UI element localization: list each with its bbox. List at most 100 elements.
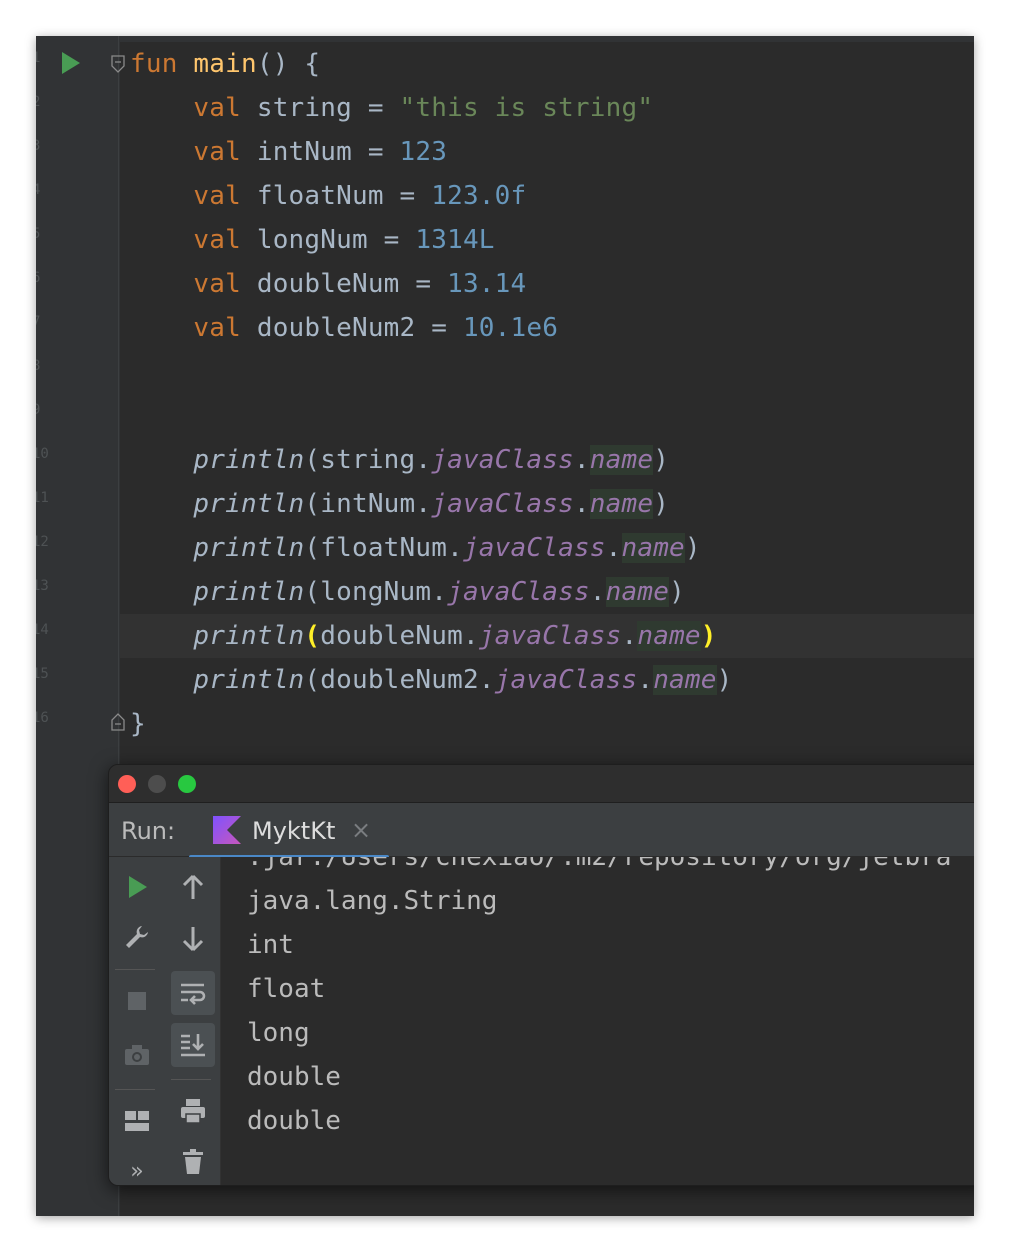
settings-button[interactable] bbox=[115, 915, 159, 959]
rerun-button[interactable] bbox=[115, 865, 159, 909]
console-line: java.lang.String bbox=[247, 886, 498, 916]
toolbar-separator bbox=[115, 1089, 155, 1090]
code-line: println(intNum.javaClass.name) bbox=[130, 482, 669, 526]
ide-window: 1 2 3 4 5 6 7 8 9 10 11 12 13 14 15 16 fun main() { val… bbox=[36, 36, 974, 1216]
code-token: val bbox=[193, 181, 257, 211]
code-token: javaClass bbox=[431, 445, 574, 475]
code-token: name bbox=[589, 489, 654, 519]
code-token: name bbox=[653, 665, 717, 695]
print-button[interactable] bbox=[171, 1089, 215, 1133]
line-number: 1 bbox=[36, 50, 41, 66]
more-actions-button[interactable]: » bbox=[115, 1149, 159, 1185]
line-number: 4 bbox=[36, 182, 41, 198]
code-token: . bbox=[573, 489, 590, 519]
code-token: 123.0f bbox=[431, 181, 527, 211]
soft-wrap-icon bbox=[181, 983, 206, 1005]
print-icon bbox=[181, 1099, 205, 1124]
line-number: 11 bbox=[36, 490, 49, 506]
console-output[interactable]: .jar:/Users/chexiao/.m2/repository/org/j… bbox=[221, 857, 974, 1185]
line-number: 9 bbox=[36, 402, 41, 418]
code-token: (intNum. bbox=[304, 489, 432, 519]
code-token: 1314L bbox=[415, 225, 495, 255]
code-token: . bbox=[573, 445, 590, 475]
code-token: 123 bbox=[399, 137, 448, 167]
code-editor[interactable]: fun main() { val string = "this is strin… bbox=[130, 36, 974, 776]
code-line: val string = "this is string" bbox=[130, 86, 653, 130]
close-window-button[interactable] bbox=[118, 775, 136, 793]
stop-button[interactable] bbox=[115, 979, 159, 1023]
run-window-titlebar bbox=[109, 765, 974, 803]
code-token: println bbox=[193, 577, 305, 607]
run-icon bbox=[129, 876, 147, 898]
trash-icon bbox=[183, 1149, 203, 1174]
console-line: long bbox=[247, 1018, 310, 1048]
code-token: 13.14 bbox=[447, 269, 527, 299]
run-toolbar-left: » bbox=[109, 857, 165, 1185]
stop-icon bbox=[128, 992, 146, 1010]
line-number: 7 bbox=[36, 314, 41, 330]
code-token: longNum = bbox=[256, 225, 416, 255]
minimize-window-button[interactable] bbox=[148, 775, 166, 793]
run-toolbar-right bbox=[165, 857, 221, 1185]
code-token: name bbox=[589, 445, 654, 475]
code-token: . bbox=[605, 533, 622, 563]
fold-close-icon[interactable] bbox=[110, 712, 126, 732]
code-token: name bbox=[621, 533, 685, 563]
maximize-window-button[interactable] bbox=[178, 775, 196, 793]
line-number: 14 bbox=[36, 622, 49, 638]
tab-myktkt[interactable]: MyktKt × bbox=[189, 803, 389, 859]
code-token: 10.1e6 bbox=[462, 313, 559, 343]
fold-open-icon[interactable] bbox=[110, 54, 126, 74]
kotlin-icon bbox=[213, 816, 241, 844]
code-line: println(floatNum.javaClass.name) bbox=[130, 526, 701, 570]
code-token: javaClass bbox=[431, 489, 574, 519]
more-icon: » bbox=[130, 1158, 144, 1184]
soft-wrap-button[interactable] bbox=[171, 971, 215, 1015]
code-token: () { bbox=[256, 49, 321, 79]
line-number: 16 bbox=[36, 710, 49, 726]
layout-button[interactable] bbox=[115, 1099, 159, 1143]
previous-occurrence-button[interactable] bbox=[171, 865, 215, 909]
run-triangle-icon[interactable] bbox=[62, 52, 80, 74]
code-token: javaClass bbox=[494, 665, 638, 695]
code-token: string = bbox=[256, 93, 400, 123]
code-token: val bbox=[193, 225, 257, 255]
dump-threads-button[interactable] bbox=[115, 1033, 159, 1077]
camera-icon bbox=[125, 1045, 149, 1065]
code-token: javaClass bbox=[478, 621, 622, 651]
close-tab-icon[interactable]: × bbox=[351, 816, 371, 844]
line-number: 3 bbox=[36, 138, 41, 154]
code-token: name bbox=[637, 621, 701, 651]
code-token: doubleNum2 = bbox=[256, 313, 463, 343]
code-token: (longNum. bbox=[304, 577, 448, 607]
arrow-down-icon bbox=[182, 927, 204, 952]
code-line: fun main() { bbox=[130, 42, 320, 86]
code-token: name bbox=[605, 577, 670, 607]
line-number: 2 bbox=[36, 94, 41, 110]
code-token: val bbox=[193, 313, 257, 343]
clear-all-button[interactable] bbox=[171, 1139, 215, 1183]
scroll-to-end-button[interactable] bbox=[171, 1023, 215, 1067]
toolbar-separator bbox=[171, 1079, 211, 1080]
next-occurrence-button[interactable] bbox=[171, 917, 215, 961]
code-token: doubleNum = bbox=[256, 269, 448, 299]
code-token: . bbox=[637, 665, 654, 695]
code-token: println bbox=[193, 489, 305, 519]
code-line: println(string.javaClass.name) bbox=[130, 438, 669, 482]
code-line: println(doubleNum.javaClass.name) bbox=[130, 614, 717, 658]
code-token: doubleNum. bbox=[320, 621, 479, 651]
code-line: val doubleNum = 13.14 bbox=[130, 262, 526, 306]
code-token: ) bbox=[700, 621, 717, 651]
code-token: println bbox=[193, 533, 305, 563]
console-line: double bbox=[247, 1062, 341, 1092]
